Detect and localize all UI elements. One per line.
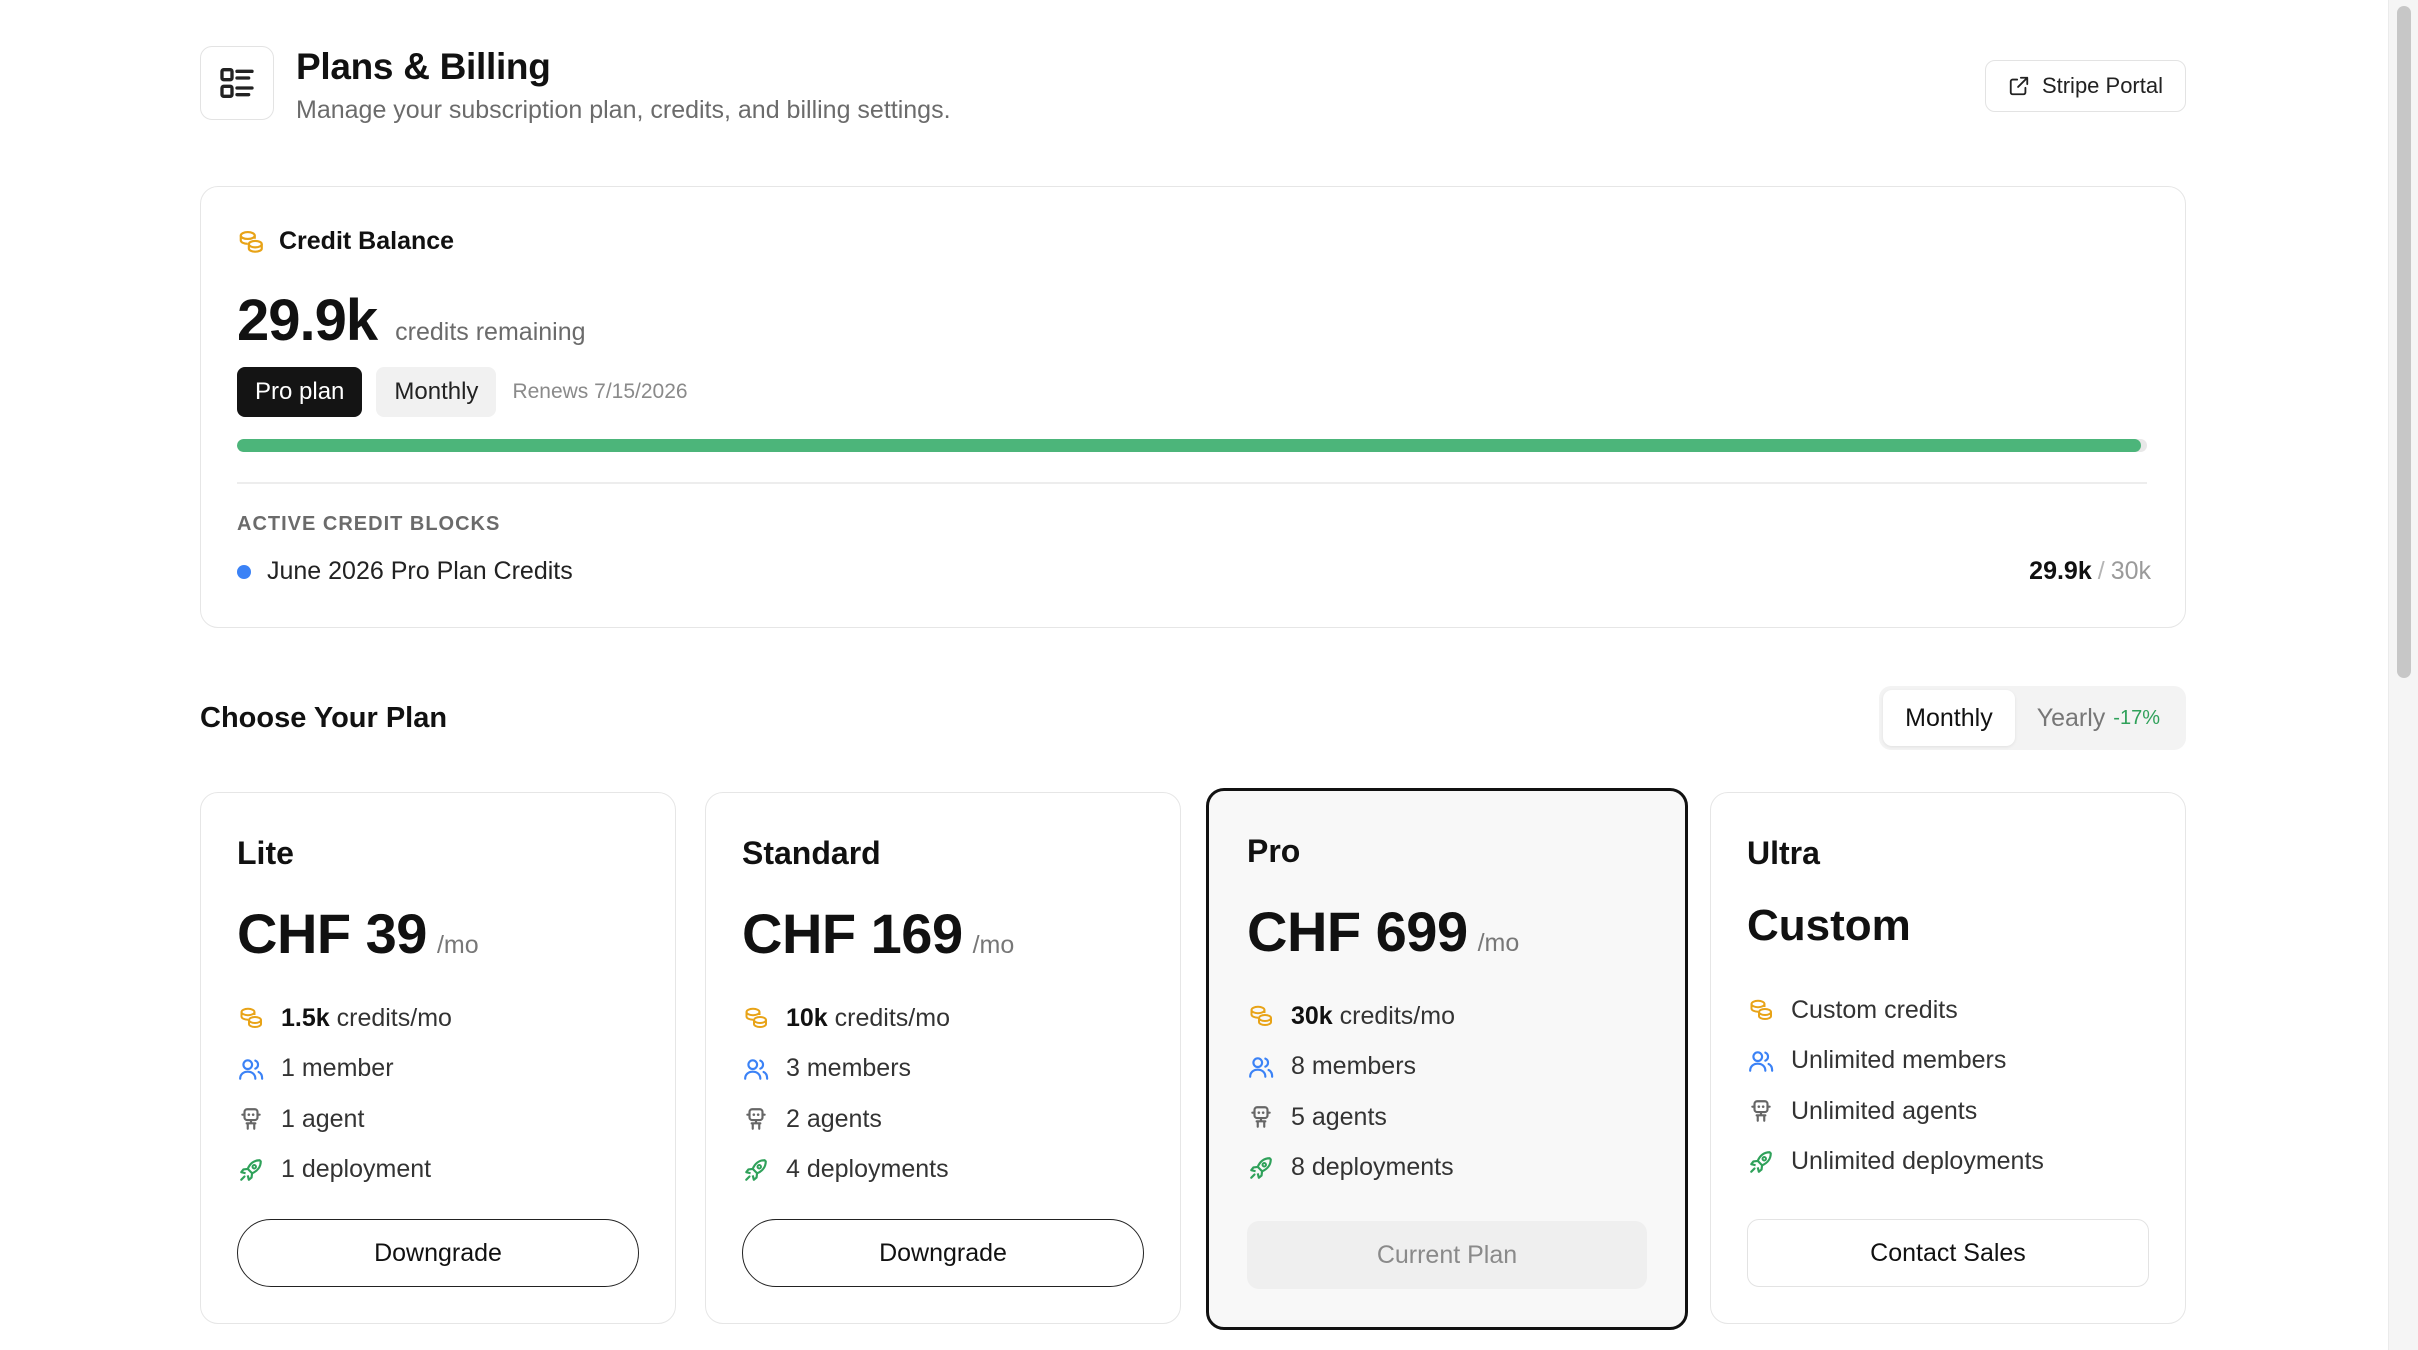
coins-icon xyxy=(240,1008,262,1029)
users-icon xyxy=(239,1059,264,1080)
coins-icon xyxy=(239,230,263,253)
feature-members: 8 members xyxy=(1247,1042,1455,1093)
credit-amount: 29.9k credits remaining xyxy=(237,287,586,354)
robot-icon xyxy=(746,1108,766,1131)
plan-features: 10k credits/mo 3 members 2 agents 4 depl… xyxy=(742,993,950,1195)
feature-agents: Unlimited agents xyxy=(1747,1086,2044,1137)
plan-card-ultra: Ultra Custom Custom credits Unlimited me… xyxy=(1710,792,2186,1324)
credit-amount-value: 29.9k xyxy=(237,288,378,353)
block-total: 30k xyxy=(2110,557,2151,585)
plan-features: 1.5k credits/mo 1 member 1 agent 1 deplo… xyxy=(237,993,452,1195)
credit-progress-fill xyxy=(237,439,2142,452)
plan-tags: Pro plan Monthly Renews 7/15/2026 xyxy=(237,367,688,417)
price-unit: /mo xyxy=(1477,929,1520,957)
block-usage: 29.9k/30k xyxy=(2029,557,2151,586)
toggle-yearly-label: Yearly xyxy=(2036,703,2106,732)
feature-credits: 1.5k credits/mo xyxy=(237,993,452,1044)
external-link-icon xyxy=(2009,76,2029,96)
coins-icon xyxy=(1750,1000,1772,1021)
feature-deployments: 8 deployments xyxy=(1247,1143,1455,1194)
plan-name: Lite xyxy=(237,835,294,871)
users-icon xyxy=(1249,1057,1274,1078)
price-value: CHF 169 xyxy=(742,902,963,965)
active-blocks-title: ACTIVE CREDIT BLOCKS xyxy=(237,513,501,535)
renewal-date: Renews 7/15/2026 xyxy=(512,380,688,403)
feature-deployments: 4 deployments xyxy=(742,1145,950,1196)
feature-credits: 30k credits/mo xyxy=(1247,991,1455,1042)
rocket-icon xyxy=(240,1158,262,1181)
users-icon xyxy=(744,1059,769,1080)
coins-icon xyxy=(1250,1006,1272,1027)
rocket-icon xyxy=(1250,1156,1272,1179)
feature-members: 1 member xyxy=(237,1044,452,1095)
price-unit: /mo xyxy=(436,931,479,959)
plan-name: Pro xyxy=(1247,833,1301,869)
yearly-discount-badge: -17% xyxy=(2113,706,2160,729)
plan-badge: Pro plan xyxy=(237,367,363,417)
page-title: Plans & Billing xyxy=(296,46,551,87)
plan-features: Custom credits Unlimited members Unlimit… xyxy=(1747,985,2044,1187)
toggle-monthly[interactable]: Monthly xyxy=(1883,690,2015,746)
price-value: Custom xyxy=(1747,901,1911,950)
credit-progress-bar xyxy=(237,439,2147,452)
rocket-icon xyxy=(745,1158,767,1181)
page-subtitle: Manage your subscription plan, credits, … xyxy=(296,96,951,124)
rocket-icon xyxy=(1750,1150,1772,1173)
users-icon xyxy=(1749,1051,1774,1072)
feature-credits: Custom credits xyxy=(1747,985,2044,1036)
price-value: CHF 39 xyxy=(237,902,427,965)
coins-icon xyxy=(745,1008,767,1029)
choose-plan-title: Choose Your Plan xyxy=(200,702,448,734)
contact-sales-button[interactable]: Contact Sales xyxy=(1747,1219,2149,1287)
robot-icon xyxy=(241,1108,261,1131)
downgrade-standard-button[interactable]: Downgrade xyxy=(742,1219,1144,1287)
plan-card-lite: Lite CHF 39 /mo 1.5k credits/mo 1 member… xyxy=(200,792,676,1324)
credit-amount-label: credits remaining xyxy=(395,318,586,346)
divider xyxy=(237,482,2147,484)
plan-features: 30k credits/mo 8 members 5 agents 8 depl… xyxy=(1247,991,1455,1193)
feature-members: 3 members xyxy=(742,1044,950,1095)
toggle-yearly[interactable]: Yearly -17% xyxy=(2015,690,2182,746)
list-icon xyxy=(200,46,274,120)
feature-agents: 2 agents xyxy=(742,1094,950,1145)
billing-period-toggle: Monthly Yearly -17% xyxy=(1879,686,2186,750)
block-name: June 2026 Pro Plan Credits xyxy=(267,557,573,585)
plan-name: Standard xyxy=(742,835,881,871)
scrollbar-thumb[interactable] xyxy=(2397,6,2411,678)
plan-card-pro: Pro CHF 699 /mo 30k credits/mo 8 members… xyxy=(1206,788,1688,1330)
price-value: CHF 699 xyxy=(1247,900,1468,963)
credit-balance-label: Credit Balance xyxy=(279,227,455,255)
block-used: 29.9k xyxy=(2029,557,2092,585)
plan-price: CHF 699 /mo xyxy=(1247,899,1519,964)
plan-card-standard: Standard CHF 169 /mo 10k credits/mo 3 me… xyxy=(705,792,1181,1324)
block-status-dot xyxy=(237,564,251,579)
plan-price: Custom xyxy=(1747,901,1911,951)
block-separator: / xyxy=(2097,557,2105,585)
plan-price: CHF 39 /mo xyxy=(237,901,479,966)
page-scrollbar[interactable] xyxy=(2388,0,2418,1350)
price-unit: /mo xyxy=(972,931,1015,959)
feature-deployments: 1 deployment xyxy=(237,1145,452,1196)
billing-page: Plans & Billing Manage your subscription… xyxy=(200,46,2186,1330)
credit-balance-card: Credit Balance 29.9k credits remaining P… xyxy=(200,186,2186,628)
stripe-portal-button[interactable]: Stripe Portal xyxy=(1984,60,2186,112)
robot-icon xyxy=(1251,1106,1271,1129)
feature-credits: 10k credits/mo xyxy=(742,993,950,1044)
credit-block-row: June 2026 Pro Plan Credits 29.9k/30k xyxy=(237,557,2151,586)
plan-price: CHF 169 /mo xyxy=(742,901,1014,966)
feature-agents: 1 agent xyxy=(237,1094,452,1145)
feature-members: Unlimited members xyxy=(1747,1036,2044,1087)
robot-icon xyxy=(1751,1100,1771,1123)
stripe-portal-label: Stripe Portal xyxy=(2041,73,2163,98)
plan-cards: Lite CHF 39 /mo 1.5k credits/mo 1 member… xyxy=(200,778,2186,1350)
page-header: Plans & Billing Manage your subscription… xyxy=(200,46,2186,126)
credit-balance-header: Credit Balance xyxy=(237,227,454,256)
feature-agents: 5 agents xyxy=(1247,1092,1455,1143)
downgrade-lite-button[interactable]: Downgrade xyxy=(237,1219,639,1287)
feature-deployments: Unlimited deployments xyxy=(1747,1137,2044,1188)
current-plan-button: Current Plan xyxy=(1247,1221,1647,1289)
plan-name: Ultra xyxy=(1747,835,1820,871)
billing-cycle-badge: Monthly xyxy=(376,367,497,417)
